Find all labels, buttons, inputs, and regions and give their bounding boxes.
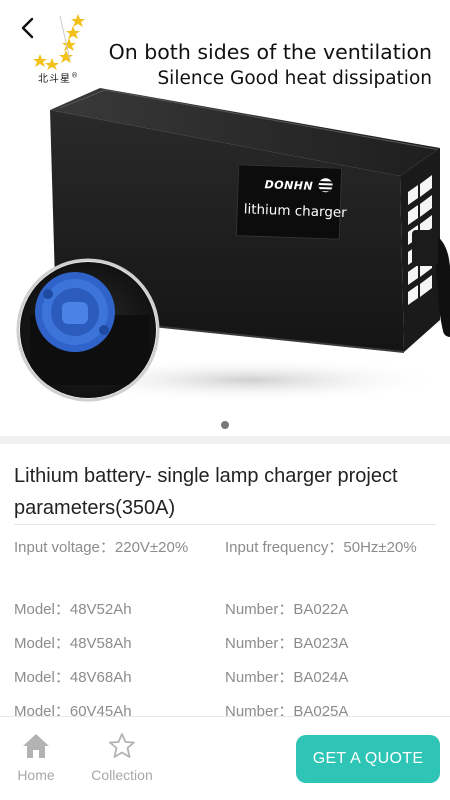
- product-image-carousel[interactable]: 北斗星® On both sides of the ventilation Si…: [0, 0, 450, 436]
- parameter-left: Model：60V45Ah: [14, 703, 132, 716]
- nav-home[interactable]: Home: [12, 731, 60, 783]
- bottom-action-bar: Home Collection GET A QUOTE: [0, 716, 450, 800]
- headline-line-1: On both sides of the ventilation: [108, 40, 432, 64]
- carousel-indicator: [0, 414, 450, 433]
- logo-text: 北斗星: [38, 74, 71, 85]
- brand-globe-icon: [318, 178, 333, 193]
- brand-name: DONHN: [264, 178, 314, 193]
- parameter-right: Number：BA025A: [225, 703, 349, 716]
- parameter-right: Input frequency：50Hz±20%: [225, 539, 417, 556]
- chevron-left-icon: [21, 17, 34, 39]
- title-divider: [14, 524, 436, 525]
- star-outline-icon: [109, 733, 135, 758]
- charger-product-image: [16, 88, 450, 402]
- parameter-right: Number：BA022A: [225, 601, 349, 618]
- parameter-left: Model：48V58Ah: [14, 635, 132, 652]
- parameter-right: Number：BA024A: [225, 669, 349, 686]
- back-button[interactable]: [14, 14, 42, 42]
- get-a-quote-button[interactable]: GET A QUOTE: [296, 735, 440, 783]
- product-title: Lithium battery- single lamp charger pro…: [14, 465, 398, 519]
- parameter-list: Input voltage：220V±20% Input frequency：5…: [14, 536, 436, 716]
- parameter-left: Model：48V52Ah: [14, 601, 132, 618]
- parameter-row: Model：48V68Ah Number：BA024A: [14, 666, 436, 690]
- product-details: Lithium battery- single lamp charger pro…: [0, 444, 450, 716]
- parameter-row: Model：48V58Ah Number：BA023A: [14, 632, 436, 656]
- parameter-row: Model：60V45Ah Number：BA025A: [14, 700, 436, 716]
- product-label-plate: DONHN lithium charger: [235, 164, 347, 240]
- nav-collection[interactable]: Collection: [84, 731, 160, 783]
- parameter-right: Number：BA023A: [225, 635, 349, 652]
- home-icon: [23, 734, 49, 758]
- hero-headline: On both sides of the ventilation Silence…: [109, 38, 432, 92]
- parameter-row: Input voltage：220V±20% Input frequency：5…: [14, 536, 436, 588]
- nav-collection-label: Collection: [91, 767, 153, 783]
- section-divider: [0, 436, 450, 444]
- parameter-left: Input voltage：220V±20%: [14, 539, 189, 556]
- parameter-row: Model：48V52Ah Number：BA022A: [14, 598, 436, 622]
- parameter-left: Model：48V68Ah: [14, 669, 132, 686]
- headline-line-2: Silence Good heat dissipation: [157, 68, 432, 89]
- carousel-dot-active[interactable]: [221, 421, 229, 429]
- nav-home-label: Home: [17, 767, 55, 783]
- product-label-text: lithium charger: [243, 201, 348, 222]
